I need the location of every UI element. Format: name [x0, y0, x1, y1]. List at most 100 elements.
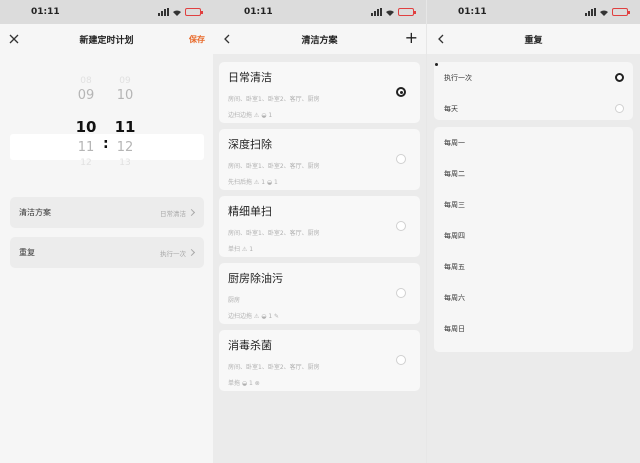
weekday-label: 每周六 [444, 293, 465, 302]
option-radio-selected[interactable] [615, 73, 624, 82]
plan-radio[interactable] [396, 154, 406, 164]
repeat-value-text: 执行一次 [160, 249, 186, 258]
weekday-item[interactable]: 每周二 [434, 158, 633, 189]
battery-icon [612, 8, 630, 16]
plan-title: 日常清洁 [228, 71, 272, 84]
weekday-item[interactable]: 每周五 [434, 251, 633, 282]
hour-option-11: 11 [77, 140, 95, 155]
cleaning-plan-panel: 01:11 清洁方案 + 日常清洁 房间、卧室1、卧室2、客厅、厨房 边扫边拖 … [213, 0, 426, 463]
status-bar: 01:11 [213, 0, 426, 24]
minute-option-09: 09 [119, 76, 131, 86]
repeat-label: 重复 [19, 248, 35, 257]
page-title: 清洁方案 [301, 35, 338, 46]
close-icon[interactable] [6, 31, 22, 47]
repeat-mode-group: 执行一次 每天 [434, 62, 633, 120]
page-title: 新建定时计划 [79, 35, 134, 46]
plan-list: 日常清洁 房间、卧室1、卧室2、客厅、厨房 边扫边拖 ⚠ ◒ 1 深度扫除 房间… [213, 54, 426, 463]
option-daily[interactable]: 每天 [434, 93, 633, 124]
battery-icon [185, 8, 203, 16]
plan-radio[interactable] [396, 221, 406, 231]
plan-radio[interactable] [396, 355, 406, 365]
plan-title: 厨房除油污 [228, 272, 283, 285]
minute-option-10: 10 [116, 88, 134, 103]
plan-card[interactable]: 厨房除油污 厨房 边扫边拖 ⚠ ◒ 1 ✎ [219, 263, 420, 324]
minute-option-13: 13 [119, 158, 131, 168]
hour-option-08: 08 [80, 76, 92, 86]
hour-option-12: 12 [80, 158, 92, 168]
nav-bar: 清洁方案 + [213, 24, 426, 54]
add-plan-button[interactable]: + [405, 30, 418, 46]
plan-radio[interactable] [396, 288, 406, 298]
weekday-label: 每周一 [444, 138, 465, 147]
plan-row[interactable]: 清洁方案 日常清洁 [10, 197, 204, 228]
plan-meta: 单拖 ◒ 1 ⊗ [228, 380, 260, 387]
option-once[interactable]: 执行一次 [434, 62, 633, 93]
back-icon[interactable] [433, 31, 449, 47]
status-time: 01:11 [458, 7, 487, 17]
back-icon[interactable] [219, 31, 235, 47]
weekday-item[interactable]: 每周六 [434, 282, 633, 313]
repeat-row[interactable]: 重复 执行一次 [10, 237, 204, 268]
plan-meta: 边扫边拖 ⚠ ◒ 1 [228, 112, 273, 119]
schedule-body: 08 09 10 11 12 09 10 11 12 13 : 清洁方案 日常清… [0, 54, 213, 463]
plan-meta: 边扫边拖 ⚠ ◒ 1 ✎ [228, 313, 280, 320]
hour-wheel-items: 08 09 10 11 12 [66, 76, 106, 168]
minute-wheel-items[interactable]: 09 10 11 12 13 [105, 76, 145, 168]
plan-card[interactable]: 深度扫除 房间、卧室1、卧室2、客厅、厨房 先扫后拖 ⚠ 1 ◒ 1 [219, 129, 420, 190]
weekday-label: 每周五 [444, 262, 465, 271]
plan-value-text: 日常清洁 [160, 209, 186, 218]
hour-option-09: 09 [77, 88, 95, 103]
nav-bar: 新建定时计划 保存 [0, 24, 213, 54]
status-icons [158, 8, 203, 16]
plan-title: 深度扫除 [228, 138, 272, 151]
page-title: 重复 [524, 35, 543, 46]
plan-rooms: 房间、卧室1、卧室2、客厅、厨房 [228, 364, 320, 371]
wifi-icon [599, 9, 609, 16]
plan-card[interactable]: 消毒杀菌 房间、卧室1、卧室2、客厅、厨房 单拖 ◒ 1 ⊗ [219, 330, 420, 391]
repeat-panel: 01:11 重复 执行一次 每天 每周一 每周二 每周三 每周四 每周五 每周六… [427, 0, 640, 463]
plan-meta: 先扫后拖 ⚠ 1 ◒ 1 [228, 179, 278, 186]
option-radio[interactable] [615, 104, 624, 113]
signal-icon [371, 8, 382, 16]
plan-title: 精细单扫 [228, 205, 272, 218]
weekday-label: 每周四 [444, 231, 465, 240]
save-button[interactable]: 保存 [189, 34, 205, 45]
weekday-label: 每周三 [444, 200, 465, 209]
signal-icon [585, 8, 596, 16]
signal-icon [158, 8, 169, 16]
plan-radio-selected[interactable] [396, 87, 406, 97]
weekday-item[interactable]: 每周日 [434, 313, 633, 344]
hour-selected: 10 [75, 118, 97, 136]
plan-card[interactable]: 日常清洁 房间、卧室1、卧室2、客厅、厨房 边扫边拖 ⚠ ◒ 1 [219, 62, 420, 123]
repeat-body: 执行一次 每天 每周一 每周二 每周三 每周四 每周五 每周六 每周日 [427, 54, 640, 463]
status-time: 01:11 [31, 7, 60, 17]
new-schedule-panel: 01:11 新建定时计划 保存 08 09 10 11 12 09 10 11 … [0, 0, 213, 463]
status-bar: 01:11 [427, 0, 640, 24]
minute-option-12: 12 [116, 140, 134, 155]
status-icons [371, 8, 416, 16]
wifi-icon [385, 9, 395, 16]
minute-selected: 11 [114, 118, 136, 136]
weekday-group: 每周一 每周二 每周三 每周四 每周五 每周六 每周日 [434, 127, 633, 352]
plan-rooms: 房间、卧室1、卧室2、客厅、厨房 [228, 96, 320, 103]
option-label: 执行一次 [444, 73, 472, 82]
plan-card[interactable]: 精细单扫 房间、卧室1、卧室2、客厅、厨房 单扫 ⚠ 1 [219, 196, 420, 257]
weekday-item[interactable]: 每周四 [434, 220, 633, 251]
chevron-right-icon [187, 208, 196, 217]
weekday-label: 每周二 [444, 169, 465, 178]
nav-bar: 重复 [427, 24, 640, 54]
plan-rooms: 房间、卧室1、卧室2、客厅、厨房 [228, 163, 320, 170]
battery-icon [398, 8, 416, 16]
option-label: 每天 [444, 104, 458, 113]
plan-title: 消毒杀菌 [228, 339, 272, 352]
plan-value: 日常清洁 [160, 208, 196, 218]
weekday-item[interactable]: 每周一 [434, 127, 633, 158]
repeat-value: 执行一次 [160, 248, 196, 258]
plan-rooms: 房间、卧室1、卧室2、客厅、厨房 [228, 230, 320, 237]
weekday-label: 每周日 [444, 324, 465, 333]
chevron-right-icon [187, 248, 196, 257]
time-picker[interactable]: 08 09 10 11 12 09 10 11 12 13 : [0, 76, 213, 176]
plan-label: 清洁方案 [19, 208, 51, 217]
status-icons [585, 8, 630, 16]
weekday-item[interactable]: 每周三 [434, 189, 633, 220]
